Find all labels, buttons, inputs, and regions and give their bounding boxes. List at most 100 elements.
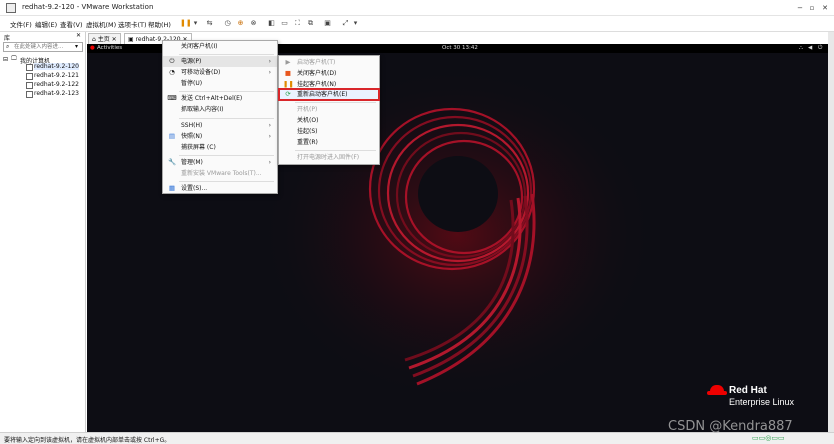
tab-home-close-icon[interactable]: ✕ (112, 36, 117, 43)
menu-item-label: 捕获屏幕 (C) (181, 144, 216, 151)
submenu-item-reset[interactable]: 重置(R) (279, 137, 379, 148)
menu-item-label: 电源(P) (181, 58, 202, 65)
gnome-logo-icon: ● (90, 45, 95, 51)
menu-item-snapshot[interactable]: ▤ 快照(N) › (163, 131, 277, 142)
stretch-dropdown-icon[interactable]: ▾ (350, 18, 361, 29)
tab-home-label: 主页 (97, 36, 110, 43)
tree-vm-120[interactable]: redhat-9.2-120 (34, 63, 79, 70)
menu-item-label: 重置(R) (297, 139, 318, 146)
menu-item-grab-input[interactable]: 抓取输入内容(I) (163, 104, 277, 115)
submenu-item-power-on-to-firmware[interactable]: 打开电源时进入固件(F) (279, 152, 379, 163)
menu-divider (179, 155, 274, 156)
close-library-icon[interactable]: ✕ (76, 32, 81, 39)
play-icon: ▶ (285, 58, 291, 66)
redhat-brand-line2: Enterprise Linux (729, 397, 795, 407)
snapshot-icon: ▤ (168, 132, 176, 140)
snapshot-restore-icon[interactable]: ⊕ (235, 18, 246, 29)
search-icon: ⌕ (6, 43, 10, 50)
fullscreen-icon[interactable]: ⛶ (292, 18, 303, 29)
library-header: 库 (4, 35, 11, 42)
send-keys-icon[interactable]: ⇆ (204, 18, 215, 29)
clock-icon[interactable]: ◷ (222, 18, 233, 29)
device-icon: ◔ (169, 68, 175, 76)
menu-item-label: 抓取输入内容(I) (181, 106, 224, 113)
menu-item-label: 管理(M) (181, 159, 203, 166)
menu-item-removable-devices[interactable]: ◔ 可移动设备(D) › (163, 67, 277, 78)
menu-view[interactable]: 查看(V) (60, 19, 83, 29)
stop-icon: ■ (284, 69, 292, 77)
menu-divider (179, 54, 274, 55)
maximize-button[interactable]: ▫ (806, 3, 818, 13)
menu-item-capture-screen[interactable]: 捕获屏幕 (C) (163, 142, 277, 153)
menu-divider (295, 102, 376, 103)
menu-edit[interactable]: 编辑(E) (35, 19, 57, 29)
device-status-icons[interactable]: ▭▭◎▭▭ (752, 434, 785, 442)
menu-item-pause[interactable]: 暂停(U) (163, 78, 277, 89)
snapshot-manager-icon[interactable]: ⊗ (248, 18, 259, 29)
menu-item-send-ctrl-alt-del[interactable]: ⌨ 发送 Ctrl+Alt+Del(E) (163, 93, 277, 104)
restart-icon: ⟳ (285, 90, 291, 98)
view-library-icon[interactable]: ◧ (266, 18, 277, 29)
tree-vm-121[interactable]: redhat-9.2-121 (34, 72, 79, 79)
menu-item-label: 暂停(U) (181, 80, 203, 87)
library-search-box[interactable]: ⌕ ▾ (3, 42, 83, 52)
menu-divider (179, 181, 274, 182)
network-icon[interactable]: ⛬ (799, 45, 803, 52)
submenu-item-shutdown-guest[interactable]: ■ 关闭客户机(D) (279, 68, 379, 79)
window-title: redhat-9.2-120 - VMware Workstation (22, 3, 154, 11)
menu-item-ssh[interactable]: SSH(H) › (163, 120, 277, 131)
library-sidebar: 库 ✕ ⌕ ▾ ⊟ 🖵 我的计算机 redhat-9.2-120 redhat-… (0, 32, 86, 432)
search-dropdown-icon[interactable]: ▾ (75, 43, 78, 50)
menu-item-power[interactable]: ⏻ 电源(P) › (163, 56, 277, 67)
pause-dropdown-icon[interactable]: ▾ (190, 18, 201, 29)
title-bar: redhat-9.2-120 - VMware Workstation − ▫ … (0, 0, 834, 16)
vm-right-edge (828, 32, 834, 432)
menu-vm[interactable]: 虚拟机(M) (86, 19, 116, 29)
submenu-item-start-guest[interactable]: ▶ 启动客户机(T) (279, 57, 379, 68)
menu-item-reinstall-tools[interactable]: 重新安装 VMware Tools(T)... (163, 168, 277, 179)
menu-item-settings[interactable]: ▦ 设置(S)... (163, 183, 277, 194)
power-submenu: ▶ 启动客户机(T) ■ 关闭客户机(D) ❚❚ 挂起客户机(N) ⟳ 重新启动… (278, 55, 380, 165)
redhat-logo-icon (707, 385, 727, 397)
submenu-item-restart-guest[interactable]: ⟳ 重新启动客户机(E) (278, 88, 380, 101)
menu-help[interactable]: 帮助(H) (148, 19, 171, 29)
menu-item-label: 关闭客户机(D) (297, 70, 337, 77)
submenu-arrow-icon: › (268, 69, 271, 76)
console-icon[interactable]: ▣ (322, 18, 333, 29)
minimize-button[interactable]: − (794, 3, 806, 13)
power-icon: ⏻ (169, 57, 175, 65)
computer-icon: 🖵 (11, 55, 17, 62)
activities-button[interactable]: Activities (97, 45, 122, 51)
menu-tabs[interactable]: 选项卡(T) (118, 19, 147, 29)
tree-vm-122[interactable]: redhat-9.2-122 (34, 81, 79, 88)
tree-collapse-icon[interactable]: ⊟ (3, 56, 8, 63)
menu-file[interactable]: 文件(F) (10, 19, 32, 29)
close-button[interactable]: ✕ (819, 3, 831, 13)
vm-icon (26, 64, 33, 71)
menu-item-label: 发送 Ctrl+Alt+Del(E) (181, 95, 243, 102)
submenu-arrow-icon: › (268, 58, 271, 65)
vm-icon (26, 82, 33, 89)
menu-item-label: 启动客户机(T) (297, 59, 336, 66)
vm-tab-icon: ▣ (128, 36, 136, 43)
tree-vm-123[interactable]: redhat-9.2-123 (34, 90, 79, 97)
gnome-clock[interactable]: Oct 30 13:42 (442, 45, 478, 51)
submenu-item-power-off[interactable]: 关机(O) (279, 115, 379, 126)
submenu-item-suspend[interactable]: 挂起(S) (279, 126, 379, 137)
vm-icon (26, 73, 33, 80)
menu-divider (179, 118, 274, 119)
view-thumbnail-icon[interactable]: ▭ (279, 18, 290, 29)
menu-item-label: 关闭客户机(I) (181, 43, 218, 50)
menu-item-shutdown-guest[interactable]: 关闭客户机(I) (163, 41, 277, 52)
submenu-arrow-icon: › (268, 122, 271, 129)
menu-item-label: 重新安装 VMware Tools(T)... (181, 170, 262, 177)
menu-item-label: 开机(P) (297, 106, 318, 113)
menu-item-label: 重新启动客户机(E) (297, 91, 348, 98)
library-search-input[interactable] (14, 43, 72, 51)
menu-item-label: 打开电源时进入固件(F) (297, 154, 360, 161)
volume-icon[interactable]: ◀ (808, 45, 812, 51)
menu-item-manage[interactable]: 🔧 管理(M) › (163, 157, 277, 168)
power-status-icon[interactable]: ⏻ (818, 45, 822, 52)
submenu-item-power-on[interactable]: 开机(P) (279, 104, 379, 115)
unity-icon[interactable]: ⧉ (305, 18, 316, 29)
